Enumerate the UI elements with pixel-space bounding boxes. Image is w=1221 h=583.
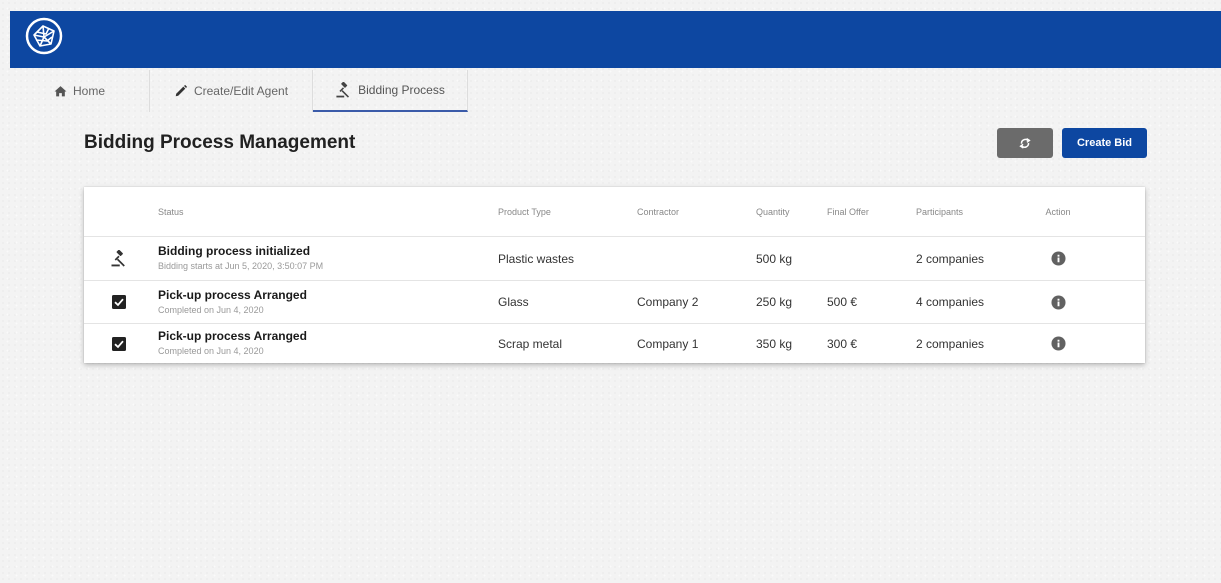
checkbox-checked-icon: [112, 295, 126, 309]
status-title: Pick-up process Arranged: [158, 287, 307, 302]
app-logo-icon[interactable]: [24, 16, 64, 56]
quantity: 500 kg: [756, 251, 793, 266]
tab-bidding-process[interactable]: Bidding Process: [313, 70, 468, 112]
table-header: Status Product Type Contractor Quantity …: [84, 187, 1145, 237]
tab-home[interactable]: Home: [10, 70, 150, 112]
gavel-icon: [111, 250, 125, 267]
product-type: Glass: [498, 295, 529, 309]
quantity: 250 kg: [756, 295, 793, 309]
info-icon[interactable]: [1050, 251, 1066, 266]
final-offer: 500 €: [827, 295, 858, 309]
status-subtitle: Completed on Jun 4, 2020: [158, 346, 264, 356]
table-row[interactable]: Bidding process initialized Bidding star…: [84, 237, 1145, 281]
header-final-offer[interactable]: Final Offer: [827, 187, 907, 236]
status-subtitle: Completed on Jun 4, 2020: [158, 304, 264, 315]
final-offer: [827, 237, 907, 280]
gavel-icon: [336, 82, 350, 98]
app-header: [10, 11, 1221, 68]
pencil-icon: [175, 84, 188, 97]
header-product-type[interactable]: Product Type: [498, 187, 638, 236]
tab-create-edit-agent[interactable]: Create/Edit Agent: [150, 70, 313, 112]
home-icon: [54, 86, 67, 97]
page-title: Bidding Process Management: [84, 132, 356, 153]
contractor: Company 1: [637, 336, 699, 351]
product-type: Scrap metal: [498, 336, 563, 351]
info-icon[interactable]: [1050, 336, 1066, 351]
status-title: Pick-up process Arranged: [158, 329, 307, 343]
tab-create-edit-agent-label: Create/Edit Agent: [193, 84, 289, 98]
contractor: [637, 237, 757, 280]
nav-tabs: Home Create/Edit Agent Bidding Process: [10, 70, 1221, 112]
quantity: 350 kg: [756, 336, 793, 351]
table-row[interactable]: Pick-up process Arranged Completed on Ju…: [84, 281, 1145, 324]
bidding-table: Status Product Type Contractor Quantity …: [84, 187, 1145, 363]
final-offer: 300 €: [827, 336, 858, 351]
product-type: Plastic wastes: [498, 251, 575, 266]
status-subtitle: Bidding starts at Jun 5, 2020, 3:50:07 P…: [158, 261, 324, 271]
header-status[interactable]: Status: [158, 187, 488, 236]
participants: 2 companies: [916, 251, 985, 266]
status-title: Bidding process initialized: [158, 244, 311, 258]
create-bid-button[interactable]: Create Bid: [1062, 128, 1147, 158]
header-contractor[interactable]: Contractor: [637, 187, 757, 236]
table-row[interactable]: Pick-up process Arranged Completed on Ju…: [84, 324, 1145, 363]
info-icon[interactable]: [1050, 294, 1066, 310]
refresh-button[interactable]: [997, 128, 1053, 158]
tab-bidding-process-label: Bidding Process: [358, 83, 445, 97]
tab-home-label: Home: [73, 84, 106, 98]
checkbox-checked-icon: [112, 336, 126, 351]
header-quantity[interactable]: Quantity: [756, 187, 826, 236]
participants: 4 companies: [916, 295, 985, 309]
header-participants[interactable]: Participants: [916, 187, 1036, 236]
refresh-icon: [1019, 137, 1031, 149]
header-action: Action: [1045, 206, 1071, 217]
contractor: Company 2: [637, 295, 699, 309]
participants: 2 companies: [916, 336, 985, 351]
